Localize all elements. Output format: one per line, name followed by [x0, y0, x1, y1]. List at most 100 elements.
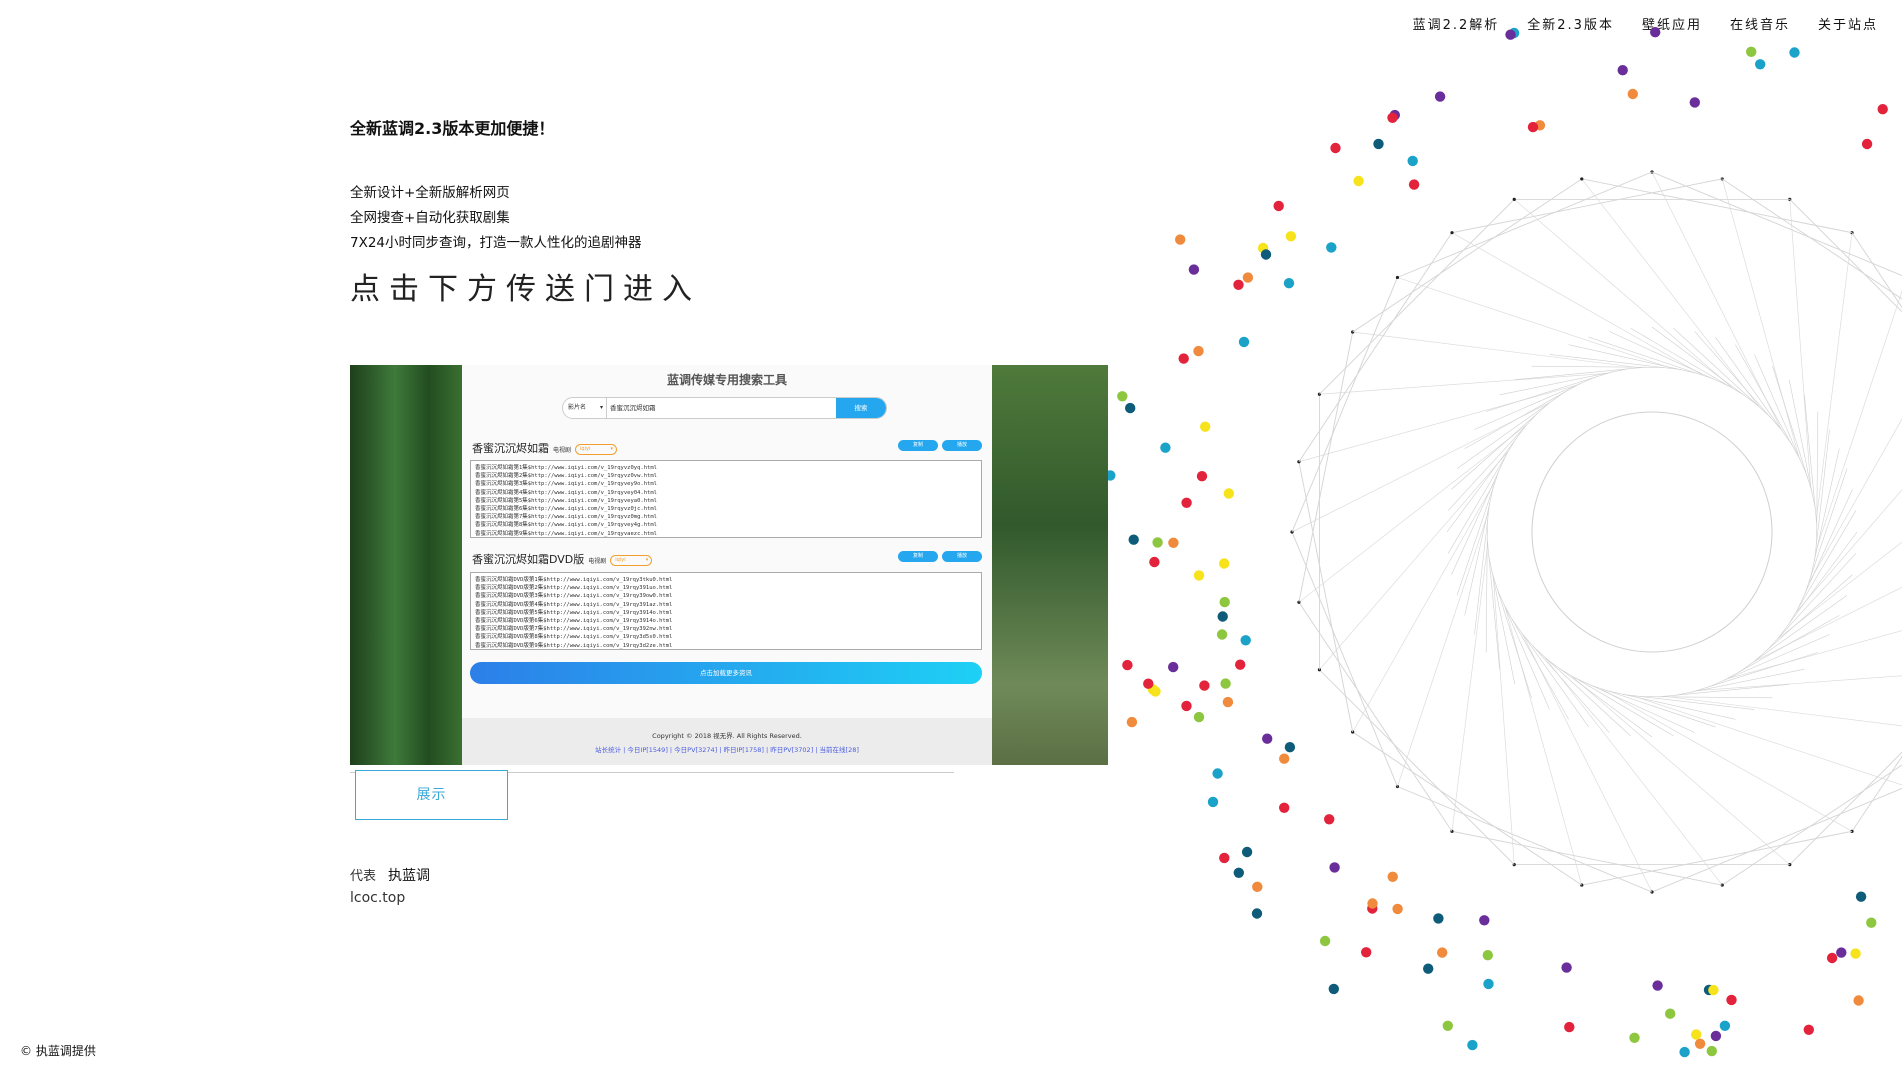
art-colored-dot: [1710, 1030, 1722, 1042]
art-line: [1298, 232, 1453, 462]
art-colored-dot: [1152, 537, 1163, 548]
preview-block-buttons: 复制 播放: [898, 551, 982, 562]
art-line: [1788, 379, 1816, 510]
art-colored-dot: [1467, 1039, 1478, 1051]
preview-episode-line: 香蜜沉沉烬如霜DVD版第7集$http://www.iqiyi.com/v_19…: [475, 626, 673, 633]
art-line: [1789, 199, 1902, 313]
art-colored-dot: [1193, 711, 1205, 723]
art-line: [1808, 418, 1902, 583]
art-colored-dot: [1855, 891, 1867, 902]
art-line: [1851, 755, 1902, 832]
art-colored-dot: [1285, 231, 1297, 242]
art-line: [1549, 354, 1681, 370]
art-line: [1816, 232, 1853, 519]
art-line: [1735, 344, 1801, 461]
decorative-circle-art: [1105, 27, 1902, 1058]
art-colored-dot: [1160, 442, 1171, 453]
art-colored-dot: [1437, 947, 1448, 958]
art-colored-dot: [1126, 716, 1138, 728]
show-button[interactable]: 展示: [355, 770, 508, 820]
preview-episode-line: 香蜜沉沉烬如霜第8集$http://www.iqiyi.com/v_19rqyv…: [475, 522, 657, 529]
art-colored-dot: [1181, 497, 1192, 508]
footer-credit: © 执蓝调提供: [20, 1044, 96, 1058]
art-colored-dot: [1482, 950, 1493, 961]
art-colored-dot: [1199, 680, 1210, 691]
art-colored-dot: [1181, 700, 1192, 712]
art-line: [1722, 178, 1902, 300]
art-colored-dot: [1220, 678, 1231, 689]
art-line: [1657, 684, 1790, 698]
art-line: [1581, 178, 1853, 234]
art-line: [1514, 199, 1733, 389]
art-colored-dot: [1238, 336, 1250, 348]
art-vertex-dot: [1512, 197, 1516, 202]
preview-episode-line: 香蜜沉沉烬如霜第7集$http://www.iqiyi.com/v_19rqyv…: [475, 514, 657, 521]
art-colored-dot: [1850, 948, 1861, 959]
art-line: [1291, 531, 1398, 787]
preview-episode-line: 香蜜沉沉烬如霜第3集$http://www.iqiyi.com/v_19rqyv…: [475, 481, 657, 488]
art-colored-dot: [1652, 980, 1663, 991]
art-line: [1319, 199, 1515, 395]
art-colored-dot: [1260, 249, 1272, 260]
art-line: [1486, 537, 1500, 670]
preview-episode-list: 香蜜沉沉烬如霜DVD版第1集$http://www.iqiyi.com/v_19…: [470, 572, 982, 650]
art-line: [1623, 694, 1755, 710]
art-line: [1789, 751, 1902, 865]
art-colored-dot: [1193, 345, 1204, 357]
art-colored-dot: [1125, 402, 1136, 414]
art-colored-dot: [1408, 179, 1420, 190]
art-colored-dot: [1629, 1032, 1640, 1043]
art-line: [1298, 602, 1453, 832]
art-line: [1451, 830, 1723, 886]
art-colored-dot: [1706, 1045, 1717, 1057]
art-line: [1640, 696, 1773, 699]
art-colored-dot: [1866, 917, 1877, 928]
art-colored-dot: [1168, 661, 1179, 673]
art-line: [1397, 786, 1653, 893]
art-colored-dot: [1755, 59, 1766, 70]
art-line: [1485, 520, 1488, 653]
art-colored-dot: [1279, 802, 1290, 813]
art-colored-dot: [1373, 138, 1384, 150]
feature-item: 全新设计+全新版解析网页: [350, 185, 510, 201]
preview-select: 影片名: [563, 398, 607, 418]
art-line: [1581, 830, 1853, 886]
art-colored-dot: [1143, 678, 1154, 689]
art-colored-dot: [1853, 995, 1864, 1006]
art-line: [1754, 354, 1808, 476]
art-colored-dot: [1326, 242, 1337, 253]
preview-episode-line: 香蜜沉沉烬如霜DVD版第6集$http://www.iqiyi.com/v_19…: [475, 618, 673, 625]
art-colored-dot: [1387, 112, 1398, 124]
art-line: [1851, 755, 1902, 832]
art-line: [1319, 451, 1509, 670]
representative-label: 代表: [350, 869, 377, 884]
art-line: [1447, 412, 1538, 511]
preview-block-name: 香蜜沉沉烬如霜DVD版: [472, 553, 585, 566]
art-colored-dot: [1442, 1020, 1453, 1031]
preview-block-tag: 电视剧: [588, 558, 607, 565]
art-colored-dot: [1284, 742, 1296, 753]
art-colored-dot: [1689, 97, 1700, 108]
art-colored-dot: [1564, 1021, 1575, 1033]
art-line: [1531, 365, 1664, 368]
art-colored-dot: [1219, 852, 1230, 864]
art-colored-dot: [1423, 963, 1434, 974]
preview-search-bar: 影片名 香蜜沉沉烬如霜 搜索: [562, 397, 887, 419]
art-line: [1298, 384, 1577, 463]
art-colored-dot: [1117, 391, 1128, 402]
preview-block-title: 香蜜沉沉烬如霜DVD版 电视剧 iqiyi: [472, 551, 653, 567]
art-line: [1753, 574, 1853, 663]
preview-panel: 蓝调传媒专用搜索工具 影片名 香蜜沉沉烬如霜 搜索 香蜜沉沉烬如霜电视剧iqiy…: [462, 365, 992, 765]
art-colored-dot: [1324, 814, 1335, 825]
art-line: [1651, 788, 1902, 893]
art-line: [1474, 503, 1490, 635]
art-line: [1814, 429, 1830, 561]
preview-episode-list: 香蜜沉沉烬如霜第1集$http://www.iqiyi.com/v_19rqyv…: [470, 460, 982, 538]
art-colored-dot: [1150, 686, 1161, 697]
preview-footer: Copyright © 2018 视无界. All Rights Reserve…: [462, 718, 992, 765]
art-line: [1697, 675, 1902, 692]
art-line: [1651, 326, 1759, 407]
art-colored-dot: [1200, 421, 1211, 432]
preview-episode-line: 香蜜沉沉烬如霜第6集$http://www.iqiyi.com/v_19rqyv…: [475, 506, 657, 513]
art-line: [1352, 178, 1582, 333]
